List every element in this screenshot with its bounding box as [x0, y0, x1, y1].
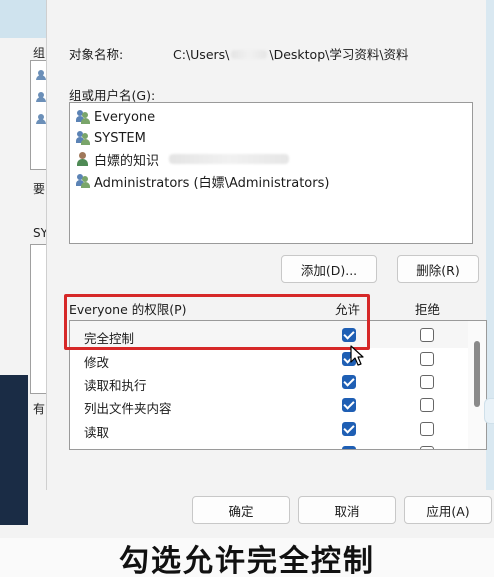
object-name-label: 对象名称: [69, 47, 124, 62]
permission-row[interactable]: 列出文件夹内容 [70, 394, 468, 417]
group-icon [76, 110, 90, 124]
deny-checkbox[interactable] [420, 375, 434, 389]
ok-button[interactable]: 确定 [192, 496, 290, 524]
redacted-username [231, 50, 268, 59]
object-path-prefix: C:\Users\ [173, 47, 230, 62]
allow-checkbox[interactable] [342, 446, 356, 449]
apply-button[interactable]: 应用(A) [404, 496, 492, 524]
permission-name: 读取 [84, 425, 110, 440]
permissions-scrollbar[interactable] [468, 321, 486, 449]
group-icon [76, 131, 90, 145]
mouse-cursor-icon [350, 345, 364, 366]
user-name: Everyone [94, 109, 156, 125]
object-path: C:\Users\ \Desktop\学习资料\资料 [173, 44, 409, 63]
background-label: 组 [33, 46, 46, 60]
permission-row[interactable]: 写入 [70, 442, 468, 449]
deny-checkbox[interactable] [420, 446, 434, 449]
group-icon [76, 174, 90, 188]
add-button[interactable]: 添加(D)... [281, 255, 377, 283]
permission-name: 列出文件夹内容 [84, 401, 172, 416]
user-name: 白嫖的知识 [94, 153, 160, 169]
dialog-edge [486, 0, 494, 538]
dialog-footer: 确定 取消 应用(A) [46, 490, 494, 538]
permission-name: 写入 [84, 446, 109, 449]
background-user-icon [36, 114, 46, 124]
list-item-everyone[interactable]: Everyone [76, 107, 155, 127]
deny-checkbox[interactable] [420, 352, 434, 366]
permission-row[interactable]: 读取和执行 [70, 371, 468, 394]
side-handle [484, 398, 494, 424]
permission-row[interactable]: 读取 [70, 418, 468, 441]
background-label: 有 [33, 402, 46, 416]
permission-name: 修改 [84, 355, 110, 370]
allow-checkbox[interactable] [342, 375, 356, 389]
background-taskbar [0, 375, 28, 525]
scrollbar-thumb[interactable] [474, 341, 480, 407]
object-path-suffix: \Desktop\学习资料\资料 [269, 47, 409, 62]
list-item-administrators[interactable]: Administrators (白嫖\Administrators) [76, 171, 329, 191]
allow-checkbox[interactable] [342, 398, 356, 412]
permission-row[interactable]: 修改 [70, 348, 468, 371]
redacted-text [169, 154, 290, 164]
deny-header: 拒绝 [415, 302, 441, 317]
allow-checkbox[interactable] [342, 422, 356, 436]
background-user-icon [36, 92, 46, 102]
video-caption: 勾选允许完全控制 [119, 543, 375, 577]
deny-checkbox[interactable] [420, 422, 434, 436]
user-name: Administrators (白嫖\Administrators) [94, 175, 330, 191]
list-item-user[interactable]: 白嫖的知识 [76, 149, 290, 169]
remove-button[interactable]: 删除(R) [397, 255, 479, 283]
cancel-button[interactable]: 取消 [298, 496, 396, 524]
highlight-box [64, 294, 370, 350]
user-name: SYSTEM [94, 130, 146, 146]
security-dialog: 对象名称: C:\Users\ \Desktop\学习资料\资料 组或用户名(G)… [46, 0, 494, 538]
permission-name: 读取和执行 [84, 378, 147, 393]
user-listbox[interactable]: Everyone SYSTEM 白嫖的知识 Administrators (白嫖… [69, 102, 473, 244]
background-label: 要 [33, 182, 46, 196]
deny-checkbox[interactable] [420, 328, 434, 342]
list-item-system[interactable]: SYSTEM [76, 128, 146, 148]
deny-checkbox[interactable] [420, 398, 434, 412]
user-icon [76, 152, 90, 166]
background-user-icon [36, 70, 46, 80]
